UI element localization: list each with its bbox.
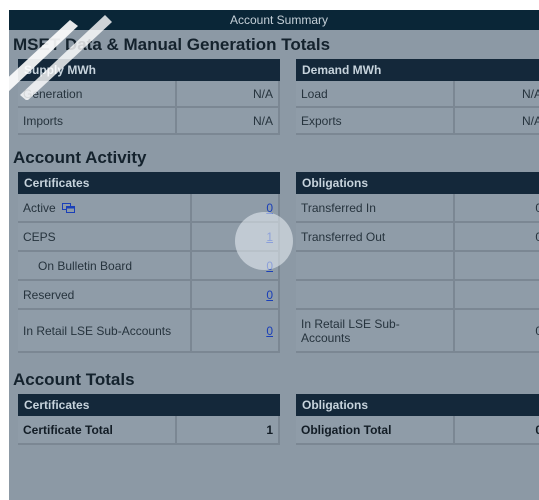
oblig-label: Transferred In bbox=[296, 194, 455, 223]
demand-label: Load bbox=[296, 81, 455, 108]
supply-header: Supply MWh bbox=[18, 59, 280, 81]
totals-section-title: Account Totals bbox=[13, 370, 135, 389]
cert-label-active: Active bbox=[18, 194, 192, 223]
oblig-value bbox=[455, 252, 539, 281]
oblig-label bbox=[296, 281, 455, 310]
cert-label: On Bulletin Board bbox=[18, 252, 192, 281]
demand-value: N/A bbox=[455, 108, 539, 135]
obligation-totals-table: Obligations Obligation Total 0 bbox=[296, 394, 539, 445]
oblig-value: 0 bbox=[455, 310, 539, 353]
obligation-total-value: 0 bbox=[455, 416, 539, 445]
demand-header: Demand MWh bbox=[296, 59, 539, 81]
certificate-totals-table: Certificates Certificate Total 1 bbox=[18, 394, 280, 445]
account-summary-panel: Account Summary MSET Data & Manual Gener… bbox=[9, 10, 539, 500]
supply-table: Supply MWh Generation N/A Imports N/A bbox=[18, 59, 280, 135]
obligation-total-label: Obligation Total bbox=[296, 416, 455, 445]
demand-value: N/A bbox=[455, 81, 539, 108]
cert-label: CEPS bbox=[18, 223, 192, 252]
obligations-table: Obligations Transferred In 0 Transferred … bbox=[296, 172, 539, 353]
mset-section-title: MSET Data & Manual Generation Totals bbox=[13, 35, 331, 54]
totals-oblig-header: Obligations bbox=[296, 394, 539, 416]
supply-value: N/A bbox=[177, 108, 280, 135]
oblig-label: In Retail LSE Sub-Accounts bbox=[296, 310, 455, 353]
oblig-label bbox=[296, 252, 455, 281]
cert-label: Reserved bbox=[18, 281, 192, 310]
oblig-value bbox=[455, 281, 539, 310]
page-title: Account Summary bbox=[9, 10, 539, 30]
totals-cert-header: Certificates bbox=[18, 394, 280, 416]
certificates-header: Certificates bbox=[18, 172, 280, 194]
demand-label: Exports bbox=[296, 108, 455, 135]
supply-value: N/A bbox=[177, 81, 280, 108]
supply-label: Generation bbox=[18, 81, 177, 108]
certificate-total-label: Certificate Total bbox=[18, 416, 177, 445]
certificates-table: Certificates Active0 CEPS1 On Bulletin B… bbox=[18, 172, 280, 353]
obligations-header: Obligations bbox=[296, 172, 539, 194]
cert-retail-link[interactable]: 0 bbox=[266, 324, 273, 338]
oblig-label: Transferred Out bbox=[296, 223, 455, 252]
oblig-value: 0 bbox=[455, 223, 539, 252]
click-highlight bbox=[235, 212, 293, 270]
demand-table: Demand MWh Load N/A Exports N/A bbox=[296, 59, 539, 135]
certificate-total-value: 1 bbox=[177, 416, 280, 445]
supply-label: Imports bbox=[18, 108, 177, 135]
oblig-value: 0 bbox=[455, 194, 539, 223]
window-icon bbox=[61, 203, 75, 214]
cert-reserved-link[interactable]: 0 bbox=[266, 288, 273, 302]
cert-label: In Retail LSE Sub-Accounts bbox=[18, 310, 192, 353]
